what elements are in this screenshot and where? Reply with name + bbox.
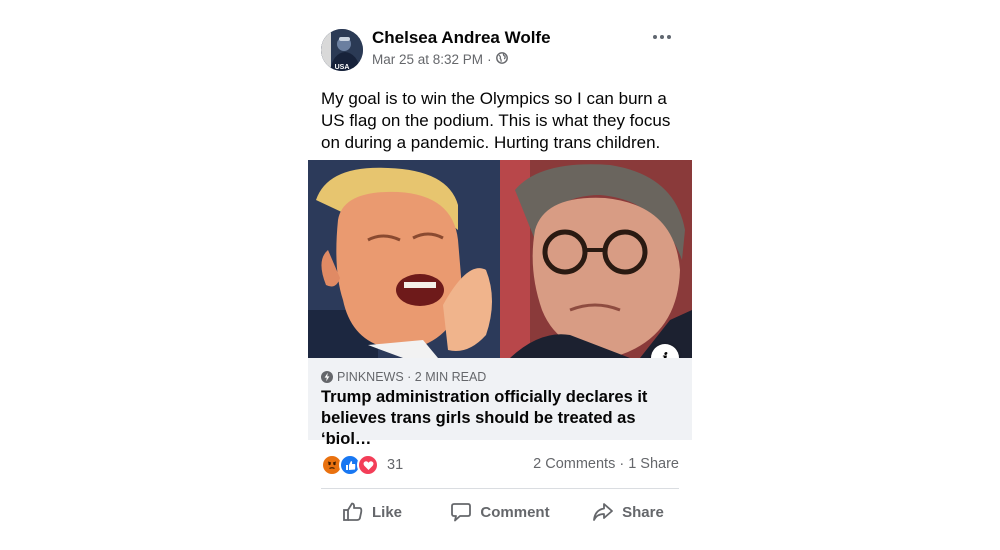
comment-button[interactable]: Comment: [436, 489, 564, 535]
author-name[interactable]: Chelsea Andrea Wolfe: [372, 28, 551, 48]
comment-label: Comment: [480, 503, 550, 521]
like-label: Like: [371, 503, 402, 521]
more-options-icon[interactable]: [650, 28, 674, 46]
lightning-icon: [321, 371, 333, 383]
facebook-post: USA Chelsea Andrea Wolfe Mar 25 at 8:32 …: [308, 20, 692, 535]
link-source: PinkNews · 2 min read: [321, 370, 679, 384]
globe-icon[interactable]: [495, 52, 508, 67]
author-avatar[interactable]: USA: [321, 29, 363, 71]
link-preview-card[interactable]: PinkNews · 2 min read Trump administrati…: [308, 358, 692, 448]
post-header: USA Chelsea Andrea Wolfe Mar 25 at 8:32 …: [308, 20, 692, 78]
avatar-image: USA: [321, 29, 363, 71]
share-label: Share: [622, 503, 664, 521]
love-reaction-icon: [357, 454, 379, 476]
like-button[interactable]: Like: [308, 489, 436, 535]
thumbs-up-icon: [343, 502, 363, 521]
post-timestamp[interactable]: Mar 25 at 8:32 PM: [372, 52, 483, 67]
meta-separator: ·: [487, 52, 492, 67]
link-source-text: PinkNews · 2 min read: [337, 370, 487, 384]
share-icon: [593, 503, 614, 521]
post-body: My goal is to win the Olympics so I can …: [321, 89, 671, 152]
reaction-count: 31: [387, 457, 404, 473]
avatar-usa-text: USA: [335, 64, 350, 71]
trump-photo: [308, 160, 500, 358]
post-meta: Mar 25 at 8:32 PM ·: [372, 52, 508, 67]
comments-shares-count[interactable]: 2 Comments · 1 Share: [533, 456, 679, 472]
share-button[interactable]: Share: [564, 489, 692, 535]
action-bar: Like Comment Share: [308, 489, 692, 535]
engagement-bar: 31 2 Comments · 1 Share: [308, 440, 692, 488]
link-preview-image[interactable]: i: [308, 160, 692, 358]
post-text: My goal is to win the Olympics so I can …: [308, 78, 692, 152]
comment-icon: [451, 503, 472, 522]
barr-photo: [500, 160, 692, 358]
reactions-summary[interactable]: 31: [321, 454, 403, 476]
